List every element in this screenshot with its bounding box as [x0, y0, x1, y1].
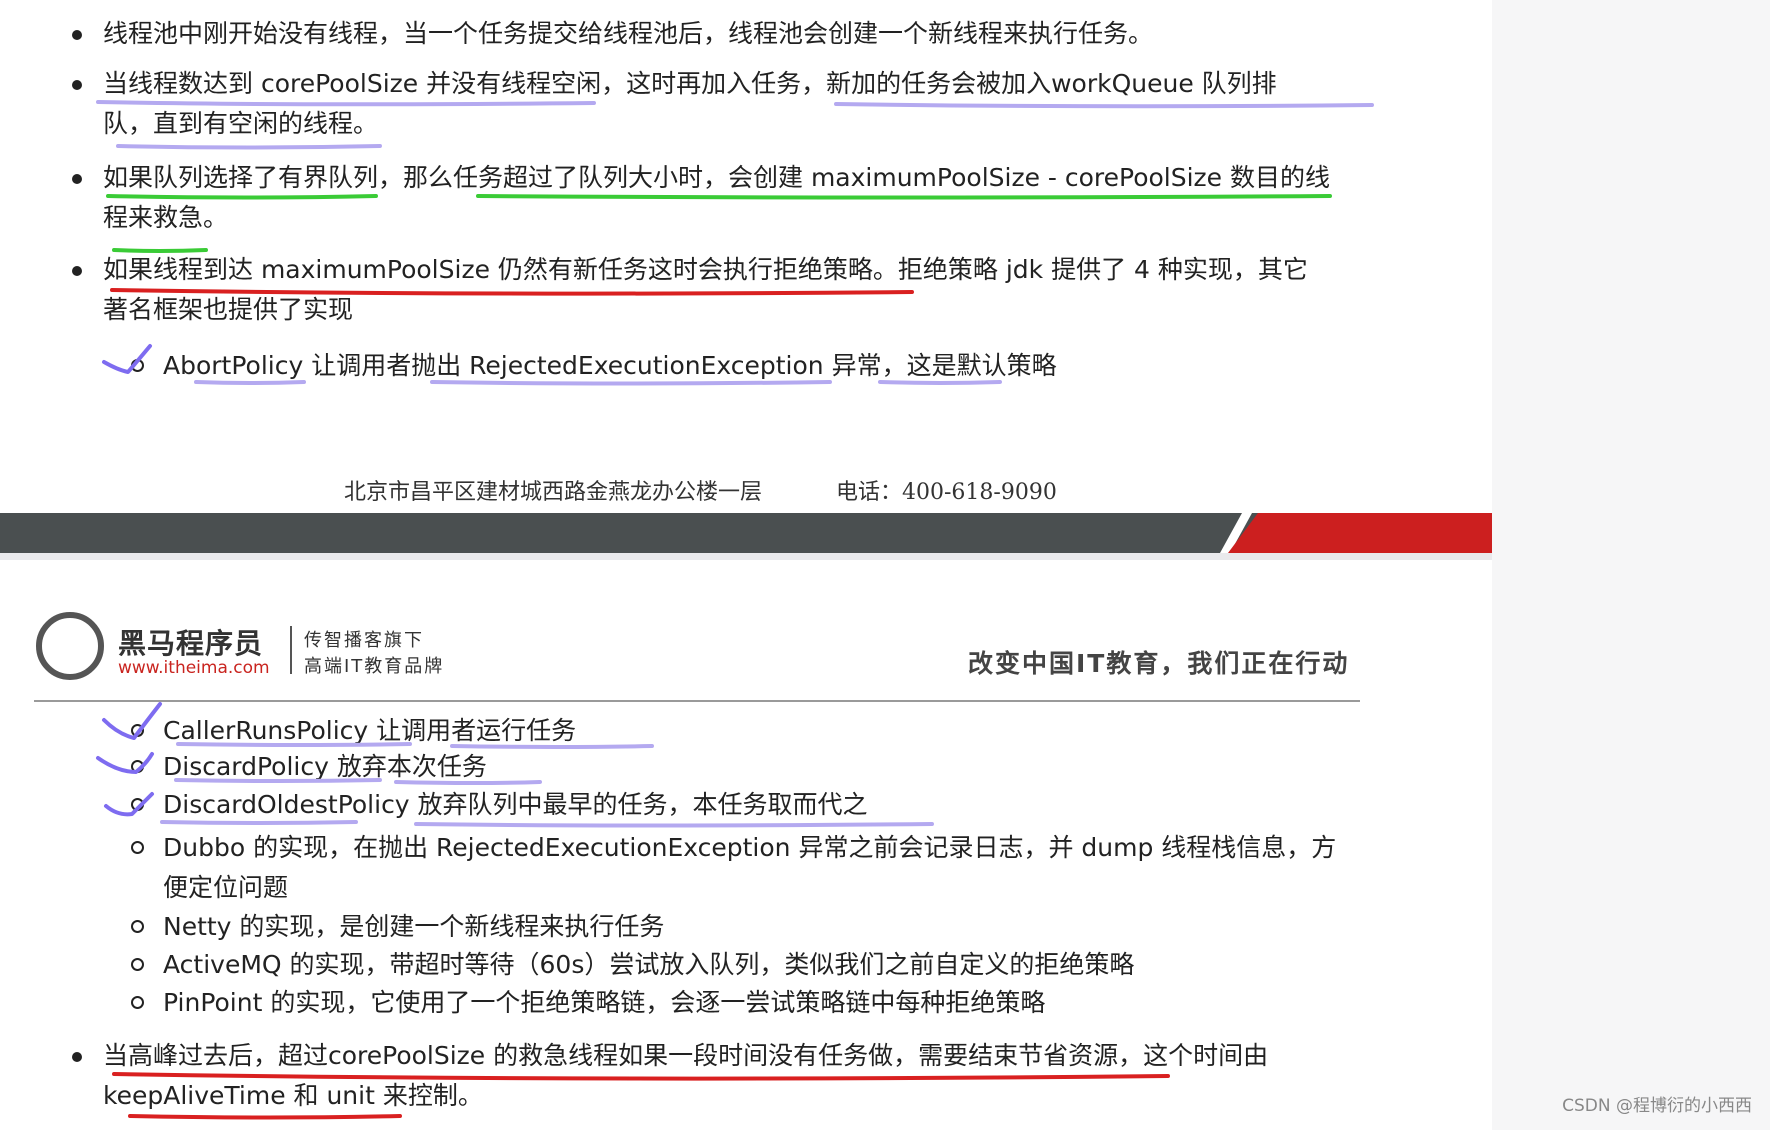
sub-item-line: ActiveMQ 的实现，带超时等待（60s）尝试放入队列，类似我们之前自定义的… [163, 950, 1135, 979]
sub-bullet-circle [131, 996, 144, 1009]
horse-logo-icon [36, 612, 104, 680]
sub-item-line: 便定位问题 [163, 873, 289, 902]
right-gutter [1492, 0, 1770, 1130]
sub-bullet-circle [131, 760, 144, 773]
sub-bullet-circle [131, 798, 144, 811]
sub-bullet-circle [131, 958, 144, 971]
sub-item-line: DiscardOldestPolicy 放弃队列中最早的任务，本任务取而代之 [163, 790, 868, 819]
bottom-slide: 黑马程序员 www.itheima.com 传智播客旗下 高端IT教育品牌 改变… [0, 0, 1492, 1130]
sub-bullet-circle [131, 920, 144, 933]
brand-divider [290, 626, 292, 674]
bullet-dot [72, 1052, 82, 1062]
sub-item-line: Netty 的实现，是创建一个新线程来执行任务 [163, 912, 665, 941]
sub-item-line: CallerRunsPolicy 让调用者运行任务 [163, 716, 577, 745]
brand-name: 黑马程序员 [118, 627, 264, 660]
sub-bullet-circle [131, 841, 144, 854]
brand-subtitle: 高端IT教育品牌 [304, 656, 445, 677]
sub-bullet-circle [131, 724, 144, 737]
csdn-watermark: CSDN @程博衍的小西西 [1562, 1096, 1752, 1116]
sub-item-line: PinPoint 的实现，它使用了一个拒绝策略链，会逐一尝试策略链中每种拒绝策略 [163, 988, 1046, 1017]
sub-item-line: DiscardPolicy 放弃本次任务 [163, 752, 487, 781]
bullet-line: keepAliveTime 和 unit 来控制。 [103, 1081, 483, 1110]
header-rule [34, 700, 1360, 702]
sub-item-line: Dubbo 的实现，在抛出 RejectedExecutionException… [163, 833, 1337, 862]
brand-subtitle: 传智播客旗下 [304, 630, 424, 651]
brand-url: www.itheima.com [118, 658, 270, 678]
bullet-line: 当高峰过去后，超过corePoolSize 的救急线程如果一段时间没有任务做，需… [103, 1041, 1269, 1070]
header-slogan: 改变中国IT教育，我们正在行动 [968, 649, 1350, 678]
